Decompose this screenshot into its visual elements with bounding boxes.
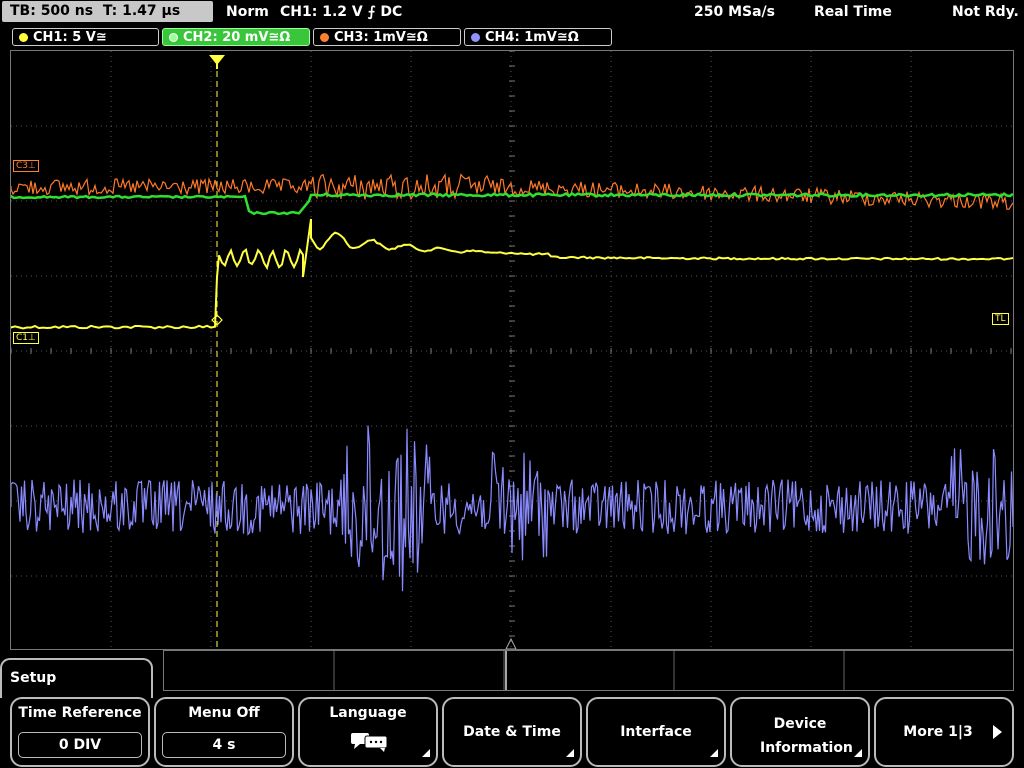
channel-tab-ch1[interactable]: CH1: 5 V≅: [12, 28, 159, 46]
acquisition-state: Not Rdy.: [952, 4, 1019, 20]
channel-tab-ch2[interactable]: CH2: 20 mV≅Ω: [162, 28, 310, 46]
device-information-submenu-icon: [854, 749, 862, 757]
center-marker-icon: [505, 637, 517, 649]
timebase-display[interactable]: TB: 500 ns T: 1.47 µs: [2, 1, 213, 22]
overview-svg: [333, 651, 845, 690]
ch4-waveform: [11, 425, 1013, 592]
date-time-label: Date & Time: [463, 724, 561, 740]
trigger-level-marker[interactable]: TL: [992, 313, 1009, 325]
trigger-time-value: T: 1.47 µs: [102, 3, 181, 19]
time-reference-label: Time Reference: [18, 705, 142, 721]
ch4-dot-icon: [471, 33, 480, 42]
time-reference-value: 0 DIV: [18, 732, 142, 758]
ch1-waveform: [11, 218, 1013, 330]
ch3-ground-marker[interactable]: C3⊥: [13, 160, 39, 172]
menu-off-label: Menu Off: [188, 705, 260, 721]
ch3-dot-icon: [320, 33, 329, 42]
ch4-label: CH4: 1mV≅Ω: [485, 30, 579, 45]
interface-submenu-icon: [710, 749, 718, 757]
ch1-label: CH1: 5 V≅: [33, 30, 107, 45]
time-reference-button[interactable]: Time Reference 0 DIV: [10, 697, 150, 767]
menu-title-setup: Setup: [0, 658, 153, 698]
status-bar: TB: 500 ns T: 1.47 µs Norm CH1: 1.2 V ⨍ …: [0, 0, 1024, 26]
language-button[interactable]: Language: [298, 697, 438, 767]
trigger-source[interactable]: CH1: 1.2 V ⨍ DC: [280, 4, 402, 20]
channel-tab-ch4[interactable]: CH4: 1mV≅Ω: [464, 28, 612, 46]
ch3-waveform: [11, 173, 1013, 211]
waveform-svg: [11, 51, 1013, 649]
ch2-waveform: [11, 191, 1013, 216]
grid-center-ticks: [11, 51, 1012, 637]
interface-label: Interface: [620, 724, 692, 740]
overview-strip: [163, 650, 1014, 691]
acquisition-mode: Real Time: [814, 4, 892, 20]
date-time-submenu-icon: [566, 749, 574, 757]
speech-bubble-icon: [351, 733, 388, 752]
ch3-label: CH3: 1mV≅Ω: [334, 30, 428, 45]
more-label: More 1|3: [903, 724, 973, 740]
channel-tab-ch3[interactable]: CH3: 1mV≅Ω: [313, 28, 461, 46]
interface-button[interactable]: Interface: [586, 697, 726, 767]
ch1-dot-icon: [19, 33, 28, 42]
waveform-display[interactable]: C3⊥ C1⊥ TL: [10, 50, 1014, 650]
timebase-value: TB: 500 ns: [10, 3, 94, 19]
device-information-button[interactable]: Device Information: [730, 697, 870, 767]
chevron-right-icon: [993, 725, 1002, 739]
menu-off-button[interactable]: Menu Off 4 s: [154, 697, 294, 767]
device-information-label: Device Information: [760, 716, 853, 756]
menu-off-value: 4 s: [162, 732, 286, 758]
trigger-mode[interactable]: Norm: [226, 4, 269, 20]
more-button[interactable]: More 1|3: [874, 697, 1014, 767]
sample-rate: 250 MSa/s: [694, 4, 776, 20]
ch1-ground-marker[interactable]: C1⊥: [13, 332, 39, 344]
language-submenu-icon: [422, 749, 430, 757]
ch2-label: CH2: 20 mV≅Ω: [183, 30, 291, 45]
date-time-button[interactable]: Date & Time: [442, 697, 582, 767]
ch2-dot-icon: [169, 33, 178, 42]
language-label: Language: [329, 705, 407, 721]
